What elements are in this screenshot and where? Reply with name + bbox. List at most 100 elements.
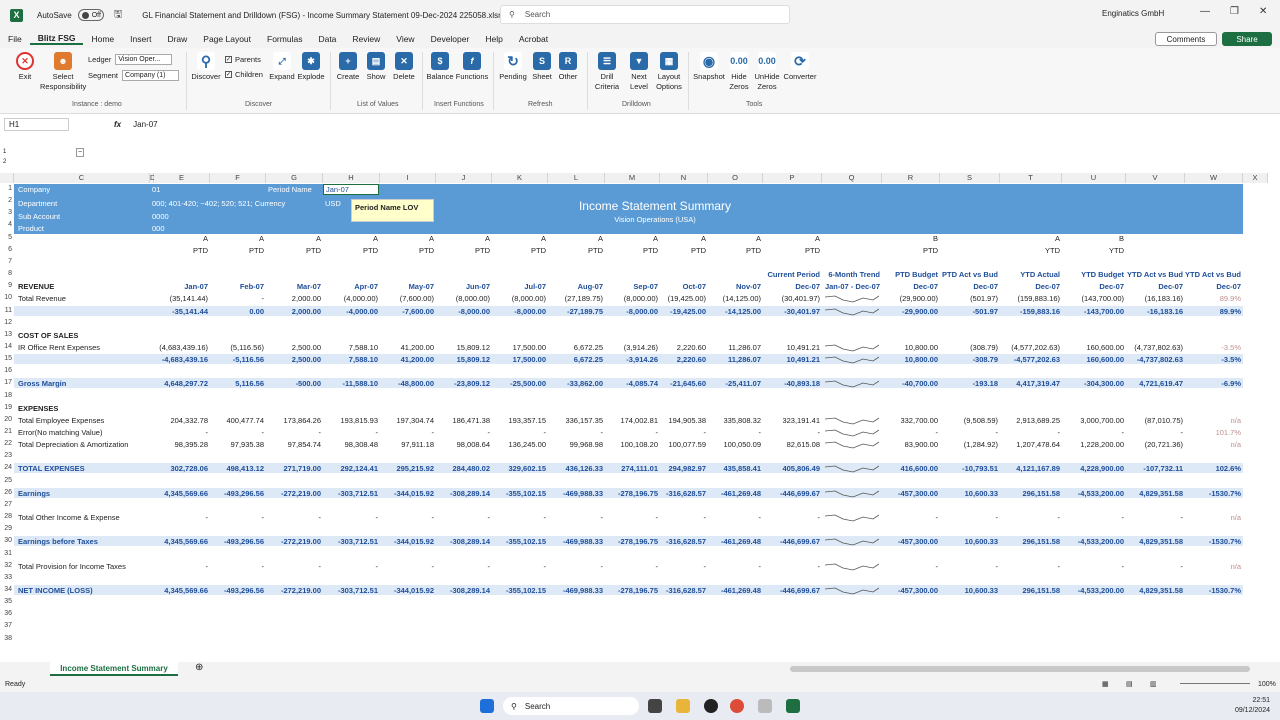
value-cell[interactable]: - [436, 428, 491, 437]
value-cell[interactable]: - [210, 428, 265, 437]
select-all-corner[interactable] [0, 173, 14, 183]
value-cell[interactable]: -4,683,439.16 [154, 355, 208, 364]
ledger-field[interactable]: Ledger Vision Oper... [88, 54, 173, 65]
row-label[interactable]: Gross Margin [18, 379, 148, 388]
value-cell[interactable]: (30,401.97) [763, 294, 820, 303]
value-cell[interactable]: 4,345,569.66 [154, 489, 208, 498]
create-button[interactable]: + Create [334, 52, 362, 82]
value-cell[interactable]: -308.79 [940, 355, 998, 364]
value-cell[interactable]: (4,577,202.63) [1000, 343, 1060, 352]
value-cell[interactable]: - [380, 428, 435, 437]
value-cell[interactable]: 294,982.97 [660, 464, 706, 473]
column-header[interactable]: I [380, 173, 436, 183]
value-cell[interactable]: (159,883.16) [1000, 294, 1060, 303]
value-cell[interactable]: 329,602.15 [492, 464, 546, 473]
expand-button[interactable]: ⤢ Expand [268, 52, 296, 82]
value-cell[interactable]: -159,883.16 [1000, 307, 1060, 316]
value-cell[interactable]: -35,141.44 [154, 307, 208, 316]
value-cell[interactable]: 3,000,700.00 [1062, 416, 1124, 425]
value-cell[interactable]: (87,010.75) [1126, 416, 1183, 425]
value-cell[interactable]: 89.9% [1185, 294, 1241, 303]
value-cell[interactable]: (9,508.59) [940, 416, 998, 425]
value-cell[interactable]: 2,500.00 [266, 355, 321, 364]
value-cell[interactable]: -272,219.00 [266, 537, 321, 546]
taskbar-search[interactable]: ⚲ Search [503, 697, 639, 715]
value-cell[interactable]: 100,077.59 [660, 440, 706, 449]
value-cell[interactable]: 10,800.00 [882, 343, 938, 352]
value-cell[interactable]: -461,269.48 [708, 489, 761, 498]
value-cell[interactable]: 160,600.00 [1062, 355, 1124, 364]
value-cell[interactable]: -16,183.16 [1126, 307, 1183, 316]
value-cell[interactable]: 83,900.00 [882, 440, 938, 449]
value-cell[interactable]: (27,189.75) [548, 294, 603, 303]
value-cell[interactable]: - [266, 428, 322, 437]
value-cell[interactable]: (5,116.56) [210, 343, 264, 352]
value-cell[interactable]: 4,829,351.58 [1126, 537, 1183, 546]
menu-view[interactable]: View [388, 34, 422, 44]
row-header[interactable]: 16 [0, 367, 14, 374]
row-header[interactable]: 30 [0, 537, 14, 544]
value-cell[interactable]: 97,854.74 [266, 440, 321, 449]
value-cell[interactable]: 271,719.00 [266, 464, 321, 473]
value-cell[interactable]: 15,809.12 [436, 343, 490, 352]
value-cell[interactable]: - [323, 428, 379, 437]
value-cell[interactable]: -8,000.00 [492, 307, 546, 316]
value-cell[interactable]: 400,477.74 [210, 416, 264, 425]
value-cell[interactable]: 10,600.33 [940, 537, 998, 546]
menu-blitz-fsg[interactable]: Blitz FSG [29, 33, 84, 45]
select-responsibility-button[interactable]: ☻ Select Responsibility [40, 52, 86, 92]
value-cell[interactable]: - [154, 513, 209, 522]
value-cell[interactable]: 98,008.64 [436, 440, 490, 449]
value-cell[interactable]: - [210, 294, 265, 303]
value-cell[interactable]: 174,002.81 [605, 416, 658, 425]
row-label[interactable]: REVENUE [18, 282, 148, 291]
row-header[interactable]: 36 [0, 610, 14, 617]
value-cell[interactable]: (4,683,439.16) [154, 343, 208, 352]
column-header[interactable]: J [436, 173, 492, 183]
value-cell[interactable]: 296,151.58 [1000, 586, 1060, 595]
value-cell[interactable]: -25,411.07 [708, 379, 761, 388]
column-header[interactable]: O [708, 173, 763, 183]
other-button[interactable]: R Other [555, 52, 581, 82]
value-cell[interactable]: 193,357.15 [492, 416, 546, 425]
value-cell[interactable]: 5,116.56 [210, 379, 264, 388]
column-header[interactable]: P [763, 173, 822, 183]
value-cell[interactable]: -304,300.00 [1062, 379, 1124, 388]
value-cell[interactable]: - [940, 562, 999, 571]
value-cell[interactable]: (143,700.00) [1062, 294, 1124, 303]
value-cell[interactable]: -457,300.00 [882, 489, 938, 498]
row-header[interactable]: 4 [0, 221, 14, 228]
value-cell[interactable]: -278,196.75 [605, 489, 658, 498]
value-cell[interactable]: -3.5% [1185, 343, 1241, 352]
value-cell[interactable]: 11,286.07 [708, 355, 761, 364]
value-cell[interactable]: 6,672.25 [548, 355, 603, 364]
value-cell[interactable]: -344,015.92 [380, 537, 434, 546]
delete-button[interactable]: ✕ Delete [390, 52, 418, 82]
value-cell[interactable]: 4,829,351.58 [1126, 586, 1183, 595]
value-cell[interactable]: 136,245.00 [492, 440, 546, 449]
value-cell[interactable]: -40,700.00 [882, 379, 938, 388]
value-cell[interactable]: 102.6% [1185, 464, 1241, 473]
value-cell[interactable]: (20,721.36) [1126, 440, 1183, 449]
row-header[interactable]: 23 [0, 452, 14, 459]
page-break-icon[interactable]: ▥ [1150, 680, 1157, 688]
value-cell[interactable]: - [492, 428, 547, 437]
converter-button[interactable]: ⟳ Converter [782, 52, 818, 82]
name-box[interactable]: H1 [4, 117, 69, 131]
system-clock[interactable]: 22:51 09/12/2024 [1235, 696, 1270, 716]
value-cell[interactable]: -3,914.26 [605, 355, 658, 364]
value-cell[interactable]: -501.97 [940, 307, 998, 316]
value-cell[interactable]: 296,151.58 [1000, 537, 1060, 546]
horizontal-scrollbar[interactable] [790, 666, 1250, 672]
value-cell[interactable]: -344,015.92 [380, 489, 434, 498]
value-cell[interactable]: -461,269.48 [708, 586, 761, 595]
chrome-icon[interactable] [730, 699, 744, 713]
value-cell[interactable]: - [660, 428, 707, 437]
value-cell[interactable]: -278,196.75 [605, 537, 658, 546]
value-cell[interactable]: -7,600.00 [380, 307, 434, 316]
column-header[interactable]: S [940, 173, 1000, 183]
value-cell[interactable]: 10,491.21 [763, 343, 820, 352]
value-cell[interactable]: -5,116.56 [210, 355, 264, 364]
value-cell[interactable]: 100,108.20 [605, 440, 658, 449]
value-cell[interactable]: - [1126, 513, 1184, 522]
